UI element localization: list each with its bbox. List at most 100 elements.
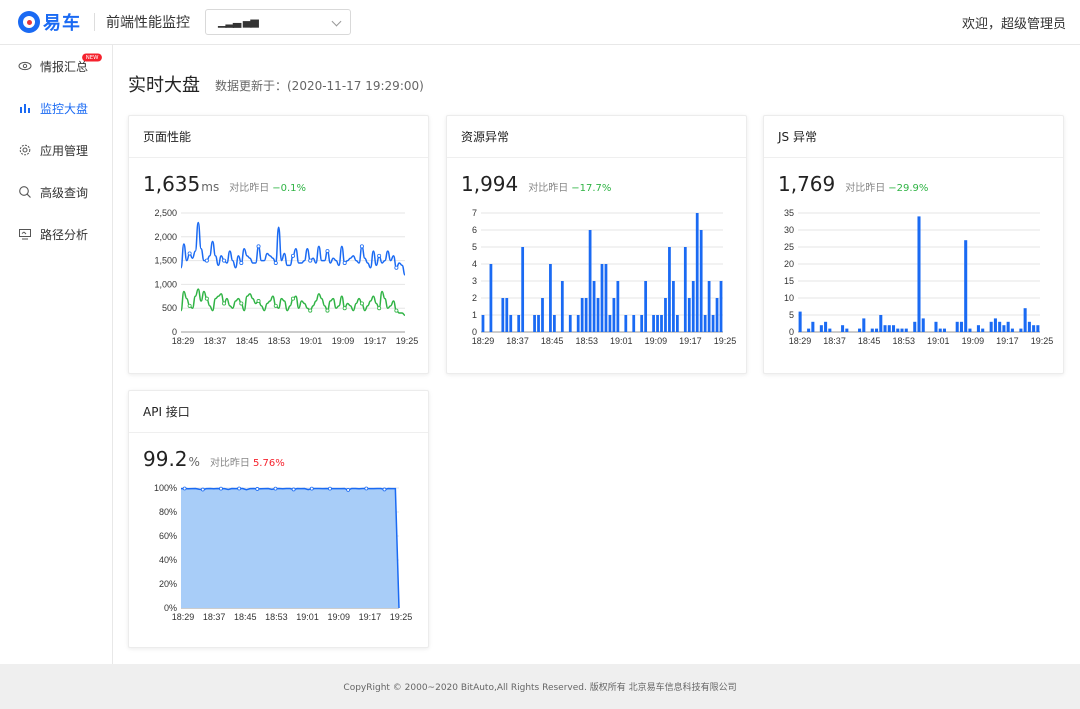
bar [964,240,968,332]
bar [1002,325,1006,332]
bar [656,315,659,332]
x-tick-label: 18:29 [472,336,495,346]
bar [807,328,811,332]
bar [858,328,862,332]
bar [576,315,580,332]
bar [938,328,942,332]
bar-chart-icon [18,101,32,115]
x-tick-label: 18:29 [172,336,195,346]
data-point [359,301,364,306]
bar [1006,321,1010,332]
x-tick-label: 19:25 [390,612,413,622]
bar [998,321,1002,332]
sidebar-item-advanced-query[interactable]: 高级查询 [0,171,112,213]
bar [968,328,972,332]
data-point [328,486,332,491]
bar [616,281,620,332]
bar [549,264,552,332]
y-tick-label: 2 [472,293,477,303]
bar [672,281,675,332]
bar [664,298,667,332]
footer: CopyRight © 2000~2020 BitAuto,All Rights… [0,664,1080,709]
new-badge: NEW [82,53,103,62]
y-tick-label: 40% [159,555,177,565]
bar [541,298,544,332]
bar [517,315,521,332]
y-tick-label: 2,500 [154,208,177,218]
y-tick-label: 35 [784,208,794,218]
bar [691,281,695,332]
bar [892,325,896,332]
bar [687,298,691,332]
x-tick-label: 18:53 [268,336,291,346]
bar [828,328,832,332]
data-point [256,244,261,249]
bar [640,315,644,332]
bar [798,311,802,332]
bar [896,328,900,332]
data-point [273,486,278,491]
x-tick-label: 19:17 [359,612,382,622]
bar [819,325,823,332]
bar [521,247,525,332]
sidebar-item-path-analysis[interactable]: 路径分析 [0,213,112,255]
resource-errors-chart[interactable]: 0123456718:29 18:37 18:45 18:53 19:01 19:09 19… [447,116,748,375]
bar [883,325,887,332]
bar [1027,321,1031,332]
sidebar-item-app-management[interactable]: 应用管理 [0,129,112,171]
js-errors-chart[interactable]: 0510152025303518:29 18:37 18:45 18:53 19:01 1… [764,116,1065,375]
card-page-performance: 页面性能 1,635 ms 对比昨日 −0.1% 0 500 1,000 1,500 2… [128,115,429,374]
bar [560,281,564,332]
data-point [187,251,192,256]
bar [501,298,505,332]
bar [537,315,540,332]
data-point [204,258,209,263]
series-line-2 [180,288,406,317]
x-tick-label: 19:17 [364,336,387,346]
bar [489,264,493,332]
data-point [342,260,347,265]
sidebar-item-dashboard[interactable]: 监控大盘 [0,87,112,129]
data-point [308,258,313,263]
welcome-user[interactable]: 欢迎，超级管理员 [962,13,1066,32]
data-updated-time: 数据更新于：(2020-11-17 19:29:00) [215,79,424,93]
bar [644,281,648,332]
data-point [325,308,330,313]
bar [481,315,485,332]
x-tick-label: 18:37 [204,336,227,346]
y-tick-label: 30 [784,225,794,235]
bar [824,321,828,332]
bar [652,315,655,332]
monitor-icon [18,227,32,241]
x-tick-label: 18:37 [506,336,529,346]
page-performance-chart[interactable]: 05001,0001,5002,0002,50018:29 18:37 18:45 1… [129,116,430,375]
card-resource-errors: 资源异常 1,994 对比昨日 −17.7% 0 1 2 3 4 5 6 7 18:29 18:3… [446,115,747,374]
bar [553,315,556,332]
bar [887,325,891,332]
sidebar-item-label: 监控大盘 [40,101,89,116]
series-line-1 [180,221,406,276]
data-point [382,487,387,492]
x-tick-label: 18:53 [265,612,288,622]
bar [624,315,628,332]
data-point [182,486,187,491]
data-point [239,301,244,306]
data-point [325,249,330,254]
bar [600,264,604,332]
bar [632,315,636,332]
y-tick-label: 1,500 [154,256,177,266]
eye-icon [18,59,32,73]
api-success-chart[interactable]: 0%20%40%60%80%100%18:29 18:37 18:45 18:53 19… [129,391,430,649]
app-title: 前端性能监控 [106,15,190,31]
y-tick-label: 10 [784,293,794,303]
bar [584,298,588,332]
data-point [309,486,314,491]
sidebar-item-intel-summary[interactable]: 情报汇总 NEW [0,45,112,87]
bar [1032,325,1036,332]
page-title: 实时大盘 [128,75,200,96]
y-tick-label: 1,000 [154,279,177,289]
y-tick-label: 2,000 [154,232,177,242]
project-select[interactable]: ▁▂▃ ▄▅ [205,9,351,35]
bar [608,315,612,332]
logo[interactable]: 易车 [18,10,81,34]
